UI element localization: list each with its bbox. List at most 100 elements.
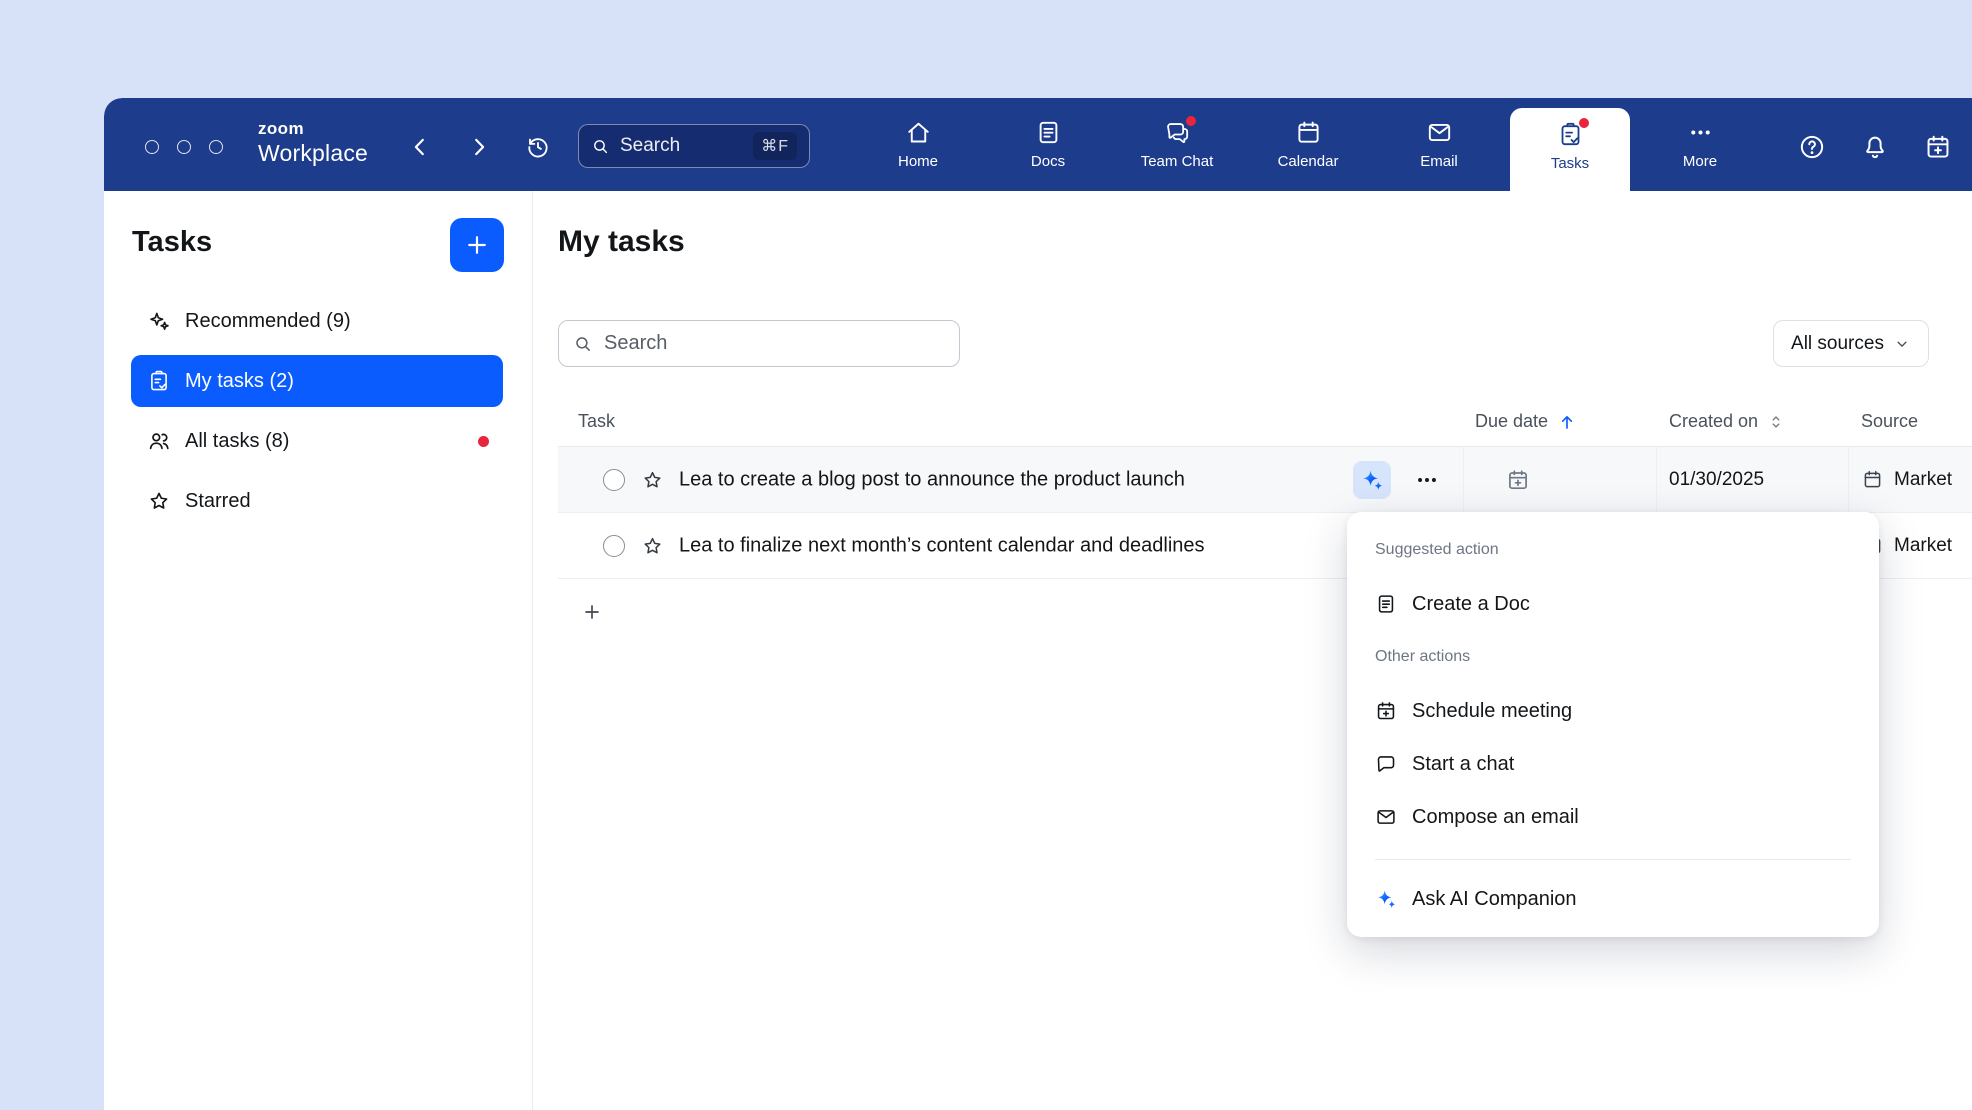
source-label: Market	[1894, 535, 1952, 557]
menu-item-create-a-doc[interactable]: Create a Doc	[1375, 587, 1859, 621]
menu-divider	[1375, 859, 1851, 860]
doc-icon	[1375, 593, 1397, 615]
brand-logo: zoom Workplace	[258, 120, 368, 165]
nav-docs[interactable]: Docs	[988, 98, 1108, 191]
source-cell: Market	[1862, 469, 1952, 491]
sidebar-item-label: All tasks (8)	[185, 430, 289, 453]
task-complete-checkbox[interactable]	[603, 535, 625, 557]
product-name: Workplace	[258, 142, 368, 165]
menu-item-compose-an-email[interactable]: Compose an email	[1375, 800, 1859, 834]
unread-dot	[478, 436, 489, 447]
sidebar-item-all-tasks[interactable]: All tasks (8)	[131, 415, 503, 467]
forward-button[interactable]	[465, 133, 493, 161]
main-content: My tasks All sources Task Due date Creat…	[534, 191, 1972, 1110]
search-icon	[591, 137, 610, 156]
back-button[interactable]	[406, 133, 434, 161]
more-icon	[1687, 119, 1714, 146]
menu-section-header: Other actions	[1375, 648, 1470, 666]
chat-bubble-icon	[1375, 753, 1397, 775]
task-complete-checkbox[interactable]	[603, 469, 625, 491]
task-title: Lea to create a blog post to announce th…	[679, 468, 1185, 491]
plus-icon	[582, 602, 602, 622]
add-task-inline-button[interactable]	[582, 602, 602, 622]
menu-item-ask-ai-companion[interactable]: Ask AI Companion	[1375, 882, 1859, 916]
window-control-close[interactable]	[145, 140, 159, 154]
ai-companion-icon	[1375, 888, 1397, 910]
column-divider	[1848, 447, 1849, 512]
window-control-minimize[interactable]	[177, 140, 191, 154]
nav-email[interactable]: Email	[1379, 98, 1499, 191]
help-icon	[1798, 133, 1826, 161]
help-button[interactable]	[1798, 133, 1826, 161]
calendar-add-icon	[1924, 133, 1952, 161]
sidebar-item-label: Recommended (9)	[185, 310, 351, 333]
nav-docs-label: Docs	[1031, 153, 1065, 170]
source-filter-dropdown[interactable]: All sources	[1773, 320, 1929, 367]
nav-home-label: Home	[898, 153, 938, 170]
ai-companion-actions-button[interactable]	[1353, 461, 1391, 499]
envelope-icon	[1375, 806, 1397, 828]
nav-team-chat[interactable]: Team Chat	[1117, 98, 1237, 191]
menu-section-header: Suggested action	[1375, 541, 1499, 559]
task-search-input[interactable]	[604, 332, 945, 355]
nav-more[interactable]: More	[1640, 98, 1760, 191]
history-icon	[525, 134, 551, 160]
column-header-due-date[interactable]: Due date	[1475, 411, 1577, 432]
screen: zoom Workplace ⌘F Home Docs Team Cha	[0, 0, 1972, 1110]
tasks-icon	[1557, 121, 1584, 148]
task-search[interactable]	[558, 320, 960, 367]
zoom-logo-text: zoom	[258, 120, 368, 137]
menu-item-label: Ask AI Companion	[1412, 888, 1577, 911]
menu-item-schedule-meeting[interactable]: Schedule meeting	[1375, 694, 1859, 728]
sort-icon[interactable]	[1767, 413, 1785, 431]
notification-dot	[1186, 116, 1196, 126]
column-header-created-on[interactable]: Created on	[1669, 411, 1785, 432]
calendar-icon	[1862, 469, 1883, 490]
sidebar-item-my-tasks[interactable]: My tasks (2)	[131, 355, 503, 407]
nav-calendar[interactable]: Calendar	[1248, 98, 1368, 191]
row-more-button[interactable]	[1414, 467, 1440, 493]
menu-item-label: Schedule meeting	[1412, 700, 1572, 723]
window-control-maximize[interactable]	[209, 140, 223, 154]
global-search-input[interactable]	[620, 135, 743, 157]
add-due-date-button[interactable]	[1506, 468, 1530, 492]
menu-item-start-a-chat[interactable]: Start a chat	[1375, 747, 1859, 781]
sidebar-item-recommended[interactable]: Recommended (9)	[131, 295, 503, 347]
team-chat-icon	[1164, 119, 1191, 146]
nav-tasks[interactable]: Tasks	[1510, 108, 1630, 191]
sidebar-title: Tasks	[132, 226, 212, 259]
table-header: Task Due date Created on Source	[558, 400, 1972, 447]
nav-tasks-label: Tasks	[1551, 155, 1589, 172]
my-tasks-icon	[147, 369, 171, 393]
calendar-icon	[1295, 119, 1322, 146]
menu-item-label: Create a Doc	[1412, 593, 1530, 616]
sort-ascending-icon[interactable]	[1557, 412, 1577, 432]
sidebar-item-label: Starred	[185, 490, 251, 513]
nav-calendar-label: Calendar	[1278, 153, 1339, 170]
ai-companion-icon	[1360, 468, 1384, 492]
created-on-value: 01/30/2025	[1669, 469, 1764, 491]
docs-icon	[1035, 119, 1062, 146]
task-row[interactable]: Lea to create a blog post to announce th…	[558, 447, 1972, 513]
column-header-source: Source	[1861, 411, 1918, 432]
nav-home[interactable]: Home	[858, 98, 978, 191]
notifications-button[interactable]	[1861, 133, 1889, 161]
column-divider	[1463, 447, 1464, 512]
history-button[interactable]	[524, 133, 552, 161]
menu-item-label: Compose an email	[1412, 806, 1579, 829]
people-icon	[147, 429, 171, 453]
calendar-add-button[interactable]	[1924, 133, 1952, 161]
search-shortcut-badge: ⌘F	[753, 132, 797, 160]
sparkles-icon	[147, 309, 171, 333]
page-title: My tasks	[558, 225, 685, 259]
bell-icon	[1861, 133, 1889, 161]
global-search[interactable]: ⌘F	[578, 124, 810, 168]
sidebar-item-starred[interactable]: Starred	[131, 475, 503, 527]
top-bar: zoom Workplace ⌘F Home Docs Team Cha	[104, 98, 1972, 191]
star-icon[interactable]	[641, 534, 664, 557]
star-icon[interactable]	[641, 468, 664, 491]
calendar-plus-icon	[1375, 700, 1397, 722]
window-controls	[145, 140, 223, 154]
source-label: Market	[1894, 469, 1952, 491]
add-task-button[interactable]	[450, 218, 504, 272]
